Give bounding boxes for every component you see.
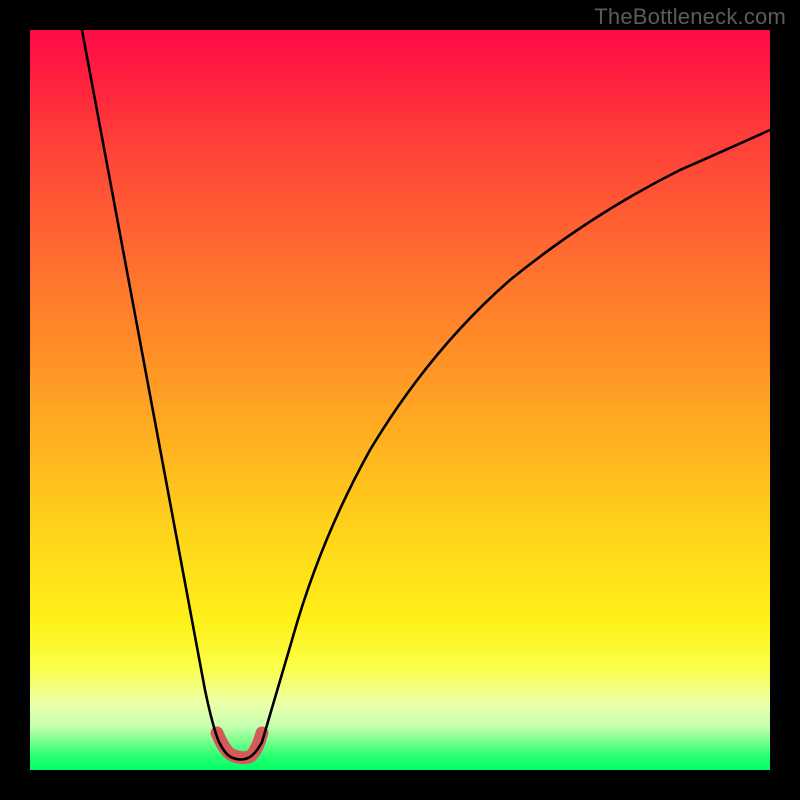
curve-left-arm (82, 30, 219, 742)
attribution-text: TheBottleneck.com (594, 4, 786, 30)
curve-layer (30, 30, 770, 770)
plot-area (30, 30, 770, 770)
chart-frame: TheBottleneck.com (0, 0, 800, 800)
curve-right-arm (262, 130, 770, 742)
